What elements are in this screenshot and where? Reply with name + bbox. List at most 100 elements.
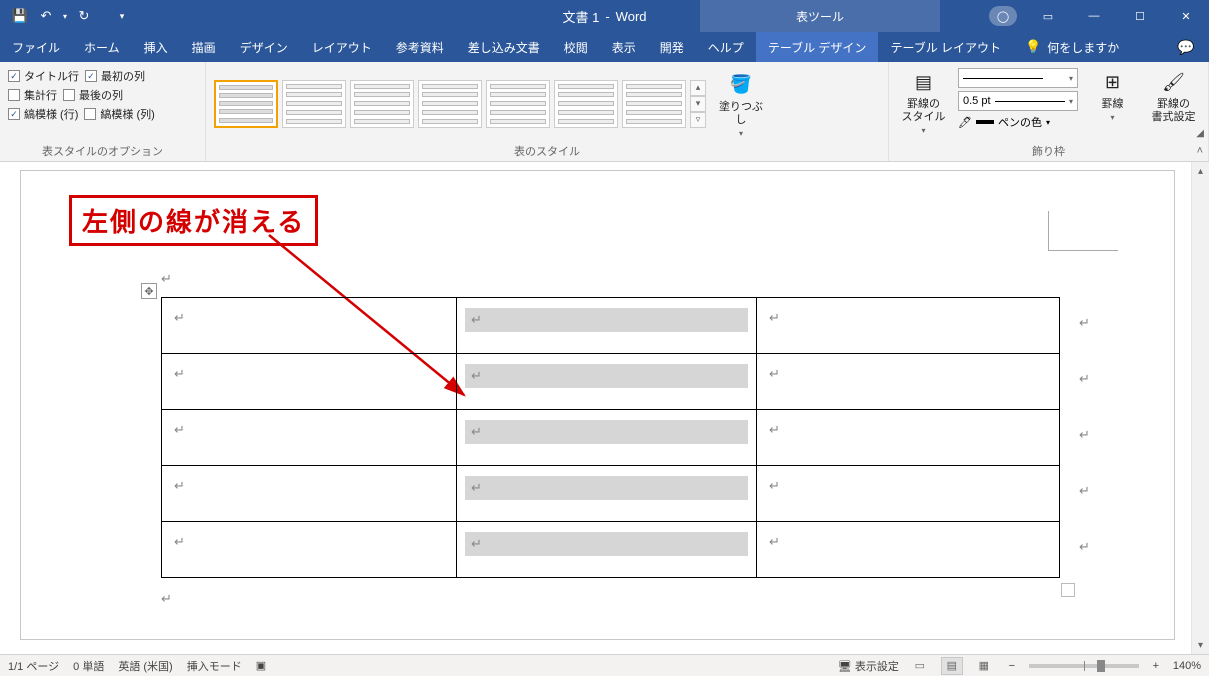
table-cell[interactable]: ↵ (457, 466, 757, 522)
status-word-count[interactable]: 0 単語 (73, 658, 104, 674)
window-title: 文書 1 - Word (562, 7, 646, 26)
zoom-slider[interactable] (1029, 664, 1139, 668)
table-cell[interactable]: ↵ (457, 522, 757, 578)
table-style-thumb[interactable] (622, 80, 686, 128)
checkbox-first-column[interactable]: ✓最初の列 (85, 68, 145, 84)
ribbon-tabs: ファイル ホーム 挿入 描画 デザイン レイアウト 参考資料 差し込み文書 校閲… (0, 32, 1209, 62)
row-end-mark: ↵ (1079, 371, 1090, 387)
tab-mailings[interactable]: 差し込み文書 (456, 32, 552, 62)
document-page[interactable]: 左側の線が消える ↵ ✥ ↵ ↵ ↵ ↵ ↵ ↵ ↵ ↵ ↵ (20, 170, 1175, 640)
gallery-expand[interactable]: ▴▾▿ (690, 80, 706, 128)
checkbox-banded-cols[interactable]: 縞模様 (列) (84, 106, 154, 122)
scroll-down-button[interactable]: ▾ (1192, 636, 1209, 654)
table-styles-gallery[interactable]: ▴▾▿ (214, 80, 706, 128)
table-cell[interactable]: ↵ (162, 354, 457, 410)
border-style-icon: ▤ (910, 68, 938, 96)
tab-review[interactable]: 校閲 (552, 32, 600, 62)
table-cell[interactable]: ↵ (162, 466, 457, 522)
tab-references[interactable]: 参考資料 (384, 32, 456, 62)
table-cell[interactable]: ↵ (162, 298, 457, 354)
tell-me-search[interactable]: 💡 何をしますか (1013, 32, 1131, 62)
line-weight-combo[interactable]: 0.5 pt▾ (958, 91, 1078, 111)
border-painter-button[interactable]: 🖌 罫線の 書式設定 (1147, 66, 1200, 124)
minimize-button[interactable]: — (1071, 0, 1117, 32)
view-read-mode[interactable]: ▭ (909, 657, 931, 675)
qat-customize[interactable]: ▾ (110, 4, 134, 28)
vertical-scrollbar[interactable]: ▴ ▾ (1191, 162, 1209, 654)
row-end-mark: ↵ (1079, 539, 1090, 555)
tab-design[interactable]: デザイン (228, 32, 300, 62)
status-page[interactable]: 1/1 ページ (8, 658, 59, 674)
undo-dropdown[interactable]: ▾ (60, 4, 70, 28)
maximize-button[interactable]: ☐ (1117, 0, 1163, 32)
table-style-thumb[interactable] (418, 80, 482, 128)
table-cell[interactable]: ↵ (457, 354, 757, 410)
dialog-launcher[interactable]: ◢ (1196, 128, 1204, 139)
undo-button[interactable]: ↶ (34, 4, 58, 28)
checkbox-header-row[interactable]: ✓タイトル行 (8, 68, 79, 84)
group-label: 表のスタイル (214, 141, 880, 159)
tab-file[interactable]: ファイル (0, 32, 72, 62)
tab-help[interactable]: ヘルプ (696, 32, 756, 62)
table-style-thumb[interactable] (554, 80, 618, 128)
status-language[interactable]: 英語 (米国) (118, 658, 172, 674)
tab-table-layout[interactable]: テーブル レイアウト (878, 32, 1013, 62)
document-area: 左側の線が消える ↵ ✥ ↵ ↵ ↵ ↵ ↵ ↵ ↵ ↵ ↵ (0, 162, 1209, 654)
document-table[interactable]: ↵ ↵ ↵ ↵ ↵ ↵ ↵ ↵ ↵ ↵ ↵ ↵ ↵ ↵ ↵ (161, 297, 1060, 578)
tab-developer[interactable]: 開発 (648, 32, 696, 62)
table-cell[interactable]: ↵ (757, 298, 1060, 354)
close-button[interactable]: ✕ (1163, 0, 1209, 32)
tab-insert[interactable]: 挿入 (132, 32, 180, 62)
table-style-thumb[interactable] (214, 80, 278, 128)
group-label: 表スタイルのオプション (8, 141, 197, 159)
table-cell[interactable]: ↵ (757, 354, 1060, 410)
table-cell[interactable]: ↵ (162, 522, 457, 578)
border-styles-button[interactable]: ▤ 罫線の スタイル ▾ (897, 66, 950, 135)
checkbox-banded-rows[interactable]: ✓縞模様 (行) (8, 106, 78, 122)
tab-table-design[interactable]: テーブル デザイン (756, 32, 879, 62)
lightbulb-icon: 💡 (1025, 39, 1041, 55)
table-cell[interactable]: ↵ (757, 466, 1060, 522)
zoom-out-button[interactable]: − (1005, 660, 1019, 672)
checkbox-total-row[interactable]: 集計行 (8, 87, 57, 103)
shading-button[interactable]: 🪣 塗りつぶし ▾ (714, 69, 768, 138)
ribbon: ✓タイトル行 ✓最初の列 集計行 最後の列 ✓縞模様 (行) 縞模様 (列) 表… (0, 62, 1209, 162)
table-cell[interactable]: ↵ (757, 522, 1060, 578)
save-button[interactable]: 💾 (8, 4, 32, 28)
table-cell[interactable]: ↵ (757, 410, 1060, 466)
table-cell[interactable]: ↵ (457, 298, 757, 354)
tab-layout[interactable]: レイアウト (300, 32, 384, 62)
status-insert-mode[interactable]: 挿入モード (187, 658, 242, 674)
paragraph-mark: ↵ (161, 591, 172, 607)
line-style-combo[interactable]: ▾ (958, 68, 1078, 88)
tab-draw[interactable]: 描画 (180, 32, 228, 62)
display-settings-button[interactable]: 🖥 表示設定 (838, 658, 899, 674)
macro-recording-icon[interactable]: ▣ (256, 659, 266, 672)
table-move-handle[interactable]: ✥ (141, 283, 157, 299)
zoom-level[interactable]: 140% (1173, 660, 1201, 672)
view-web-layout[interactable]: ▦ (973, 657, 995, 675)
share-button[interactable]: 💬 (1163, 32, 1209, 62)
tab-home[interactable]: ホーム (72, 32, 132, 62)
checkbox-last-column[interactable]: 最後の列 (63, 87, 123, 103)
pen-color-button[interactable]: 🖊 ペンの色 ▾ (958, 114, 1078, 130)
ribbon-display-options[interactable]: ▭ (1025, 0, 1071, 32)
table-cell[interactable]: ↵ (457, 410, 757, 466)
table-style-thumb[interactable] (282, 80, 346, 128)
user-account-button[interactable]: ◯ (989, 6, 1017, 26)
table-cell[interactable]: ↵ (162, 410, 457, 466)
dropdown-icon: ▾ (1110, 113, 1114, 122)
scroll-up-button[interactable]: ▴ (1192, 162, 1209, 180)
paint-bucket-icon: 🪣 (727, 71, 755, 99)
redo-button[interactable]: ↻ (72, 4, 96, 28)
table-style-thumb[interactable] (486, 80, 550, 128)
collapse-ribbon-button[interactable]: ˄ (1197, 145, 1203, 157)
status-bar: 1/1 ページ 0 単語 英語 (米国) 挿入モード ▣ 🖥 表示設定 ▭ ▤ … (0, 654, 1209, 676)
borders-button[interactable]: ⊞ 罫線 ▾ (1086, 66, 1139, 122)
table-resize-handle[interactable] (1061, 583, 1075, 597)
view-print-layout[interactable]: ▤ (941, 657, 963, 675)
table-style-thumb[interactable] (350, 80, 414, 128)
tab-view[interactable]: 表示 (600, 32, 648, 62)
zoom-in-button[interactable]: + (1149, 660, 1163, 672)
group-borders: ▤ 罫線の スタイル ▾ ▾ 0.5 pt▾ 🖊 ペンの色 ▾ ⊞ 罫線 ▾ (889, 62, 1209, 161)
